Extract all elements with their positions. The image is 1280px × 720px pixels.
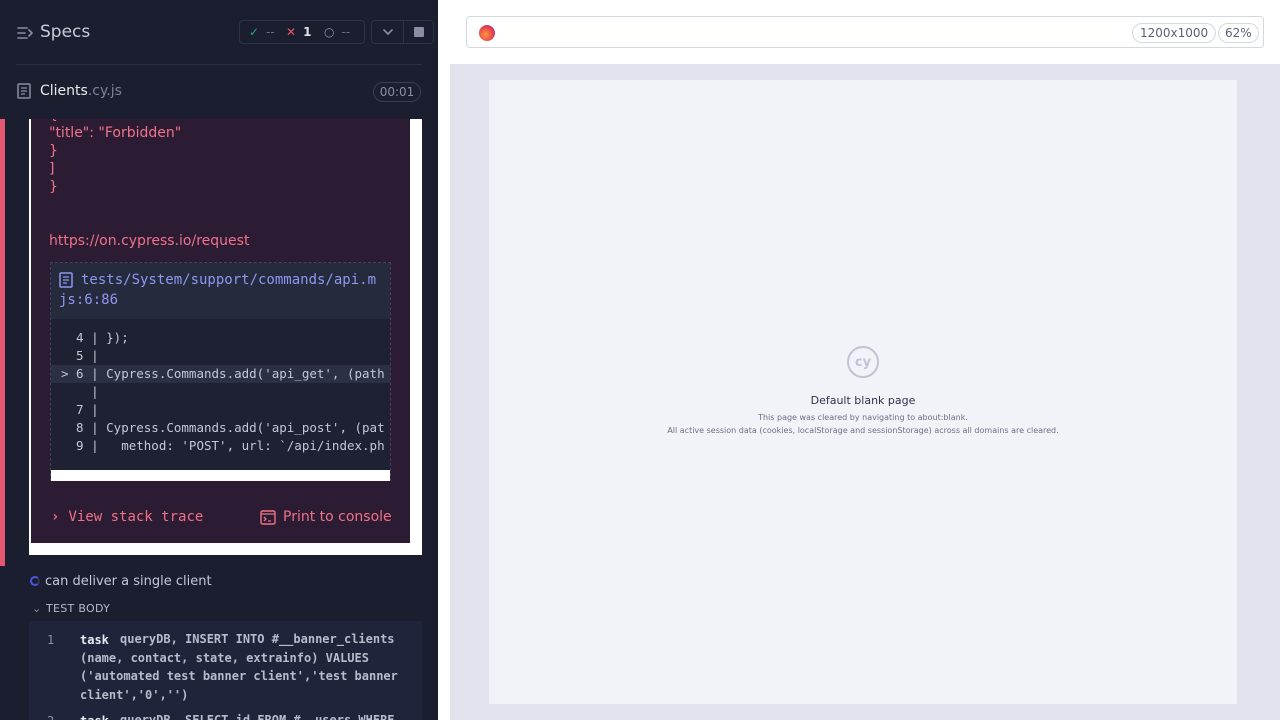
failed-indicator	[0, 119, 5, 566]
command-list: 1 task queryDB, INSERT INTO #__banner_cl…	[29, 621, 422, 720]
chevron-right-icon: ›	[51, 509, 60, 525]
horizontal-scrollbar[interactable]	[51, 470, 390, 481]
pending-count: ○ --	[324, 25, 351, 39]
command-message: queryDB, SELECT id FROM #__users WHERE	[120, 713, 395, 720]
view-stack-trace-button[interactable]: › View stack trace	[51, 509, 203, 525]
command-log: { "title": "Forbidden" } ] } https://on.…	[0, 119, 438, 720]
test-title: can deliver a single client	[45, 574, 212, 589]
app-preview-panel: 1200x1000 62% cy Default blank page This…	[438, 0, 1280, 720]
specs-header: Specs ✓ -- ✕ 1 ○ --	[0, 0, 438, 64]
code-line: 8 | Cypress.Commands.add('api_post', (pa…	[61, 420, 385, 435]
terminal-icon	[260, 509, 276, 525]
stop-icon	[414, 27, 424, 37]
print-to-console-button[interactable]: Print to console	[260, 509, 392, 525]
code-line: 7 |	[61, 402, 99, 417]
code-line: |	[61, 384, 99, 399]
code-line: 4 | });	[61, 330, 129, 345]
url-bar[interactable]: 1200x1000 62%	[466, 16, 1264, 48]
test-item[interactable]: can deliver a single client	[29, 571, 422, 593]
code-line: 5 |	[61, 348, 99, 363]
aut-iframe: cy Default blank page This page was clea…	[489, 80, 1237, 704]
reporter-panel: Specs ✓ -- ✕ 1 ○ -- Clients.cy.js 00:01 …	[0, 0, 438, 720]
specs-title[interactable]: Specs	[40, 22, 90, 42]
blank-page-title: Default blank page	[810, 394, 916, 407]
spinner-icon: ○	[324, 25, 335, 39]
code-frame-source: 4 | }); 5 | > 6 | Cypress.Commands.add('…	[51, 319, 390, 471]
check-icon: ✓	[249, 25, 260, 39]
failed-count: ✕ 1	[286, 25, 312, 39]
error-json-line: }	[49, 143, 58, 159]
command-message: queryDB, INSERT INTO #__banner_clients (…	[80, 632, 398, 702]
zoom-badge: 62%	[1218, 23, 1259, 43]
test-body-label: TEST BODY	[46, 602, 111, 615]
error-json-line: "title": "Forbidden"	[49, 125, 182, 141]
test-stats: ✓ -- ✕ 1 ○ --	[239, 20, 365, 44]
spec-file-header: Clients.cy.js 00:01	[0, 65, 438, 119]
error-actions: › View stack trace Print to console	[31, 495, 410, 537]
running-spinner-icon	[30, 576, 40, 586]
cypress-logo-icon: cy	[847, 346, 879, 378]
command-number: 2	[47, 714, 54, 720]
collapse-all-button[interactable]	[372, 21, 403, 43]
code-line: 9 | method: 'POST', url: `/api/index.ph	[61, 438, 385, 453]
viewport-size-badge[interactable]: 1200x1000	[1132, 23, 1217, 43]
blank-page-description: This page was cleared by navigating to a…	[758, 413, 968, 422]
code-frame-header: tests/System/support/commands/api.mjs:6:…	[51, 263, 390, 319]
error-json-line: }	[49, 179, 58, 195]
stop-button[interactable]	[404, 21, 434, 43]
list-collapse-icon[interactable]	[17, 25, 33, 41]
error-json-line: {	[49, 119, 58, 123]
test-body-toggle[interactable]: ⌄ TEST BODY	[29, 599, 422, 619]
spec-file-name[interactable]: Clients.cy.js	[40, 83, 122, 99]
command-number: 1	[47, 633, 55, 647]
code-line-highlighted: > 6 | Cypress.Commands.add('api_get', (p…	[51, 365, 390, 383]
docs-link[interactable]: https://on.cypress.io/request	[49, 233, 249, 249]
aut-stage: cy Default blank page This page was clea…	[450, 64, 1280, 720]
blank-page-description: All active session data (cookies, localS…	[667, 426, 1059, 435]
x-icon: ✕	[286, 25, 297, 39]
error-json-line: ]	[49, 161, 55, 177]
chevron-down-icon: ⌄	[32, 602, 42, 615]
chevron-down-icon	[382, 29, 393, 36]
code-frame-file-link[interactable]: tests/System/support/commands/api.mjs:6:…	[59, 270, 384, 310]
code-frame: tests/System/support/commands/api.mjs:6:…	[50, 262, 391, 481]
firefox-icon	[479, 25, 495, 41]
run-controls	[371, 20, 434, 44]
spec-duration: 00:01	[373, 82, 421, 102]
passed-count: ✓ --	[249, 25, 275, 39]
document-icon	[17, 83, 31, 99]
